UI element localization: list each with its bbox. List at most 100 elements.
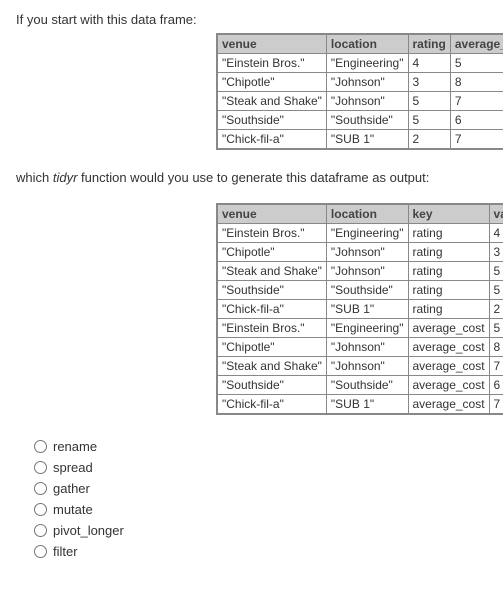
table-cell: 7 <box>489 395 503 415</box>
table-cell: "Engineering" <box>326 54 408 73</box>
option-label: spread <box>53 460 93 475</box>
option-label: gather <box>53 481 90 496</box>
radio-filter[interactable] <box>34 545 47 558</box>
input-table: venue location rating average_cost "Eins… <box>216 33 503 150</box>
option-label: filter <box>53 544 78 559</box>
col-header: rating <box>408 34 450 54</box>
table-cell: "Johnson" <box>326 262 408 281</box>
table-cell: 5 <box>489 281 503 300</box>
option-rename[interactable]: rename <box>34 439 487 454</box>
table-row: "Einstein Bros.""Engineering"45 <box>217 54 503 73</box>
table-cell: "Southside" <box>217 111 326 130</box>
option-pivot-longer[interactable]: pivot_longer <box>34 523 487 538</box>
table-cell: 7 <box>450 92 503 111</box>
table-cell: "Johnson" <box>326 243 408 262</box>
table-cell: 8 <box>450 73 503 92</box>
table-cell: "Steak and Shake" <box>217 92 326 111</box>
table-cell: "Engineering" <box>326 319 408 338</box>
table-cell: 2 <box>489 300 503 319</box>
table-cell: 5 <box>408 111 450 130</box>
table-row: "Chipotle""Johnson"38 <box>217 73 503 92</box>
table-cell: "Chipotle" <box>217 73 326 92</box>
option-label: mutate <box>53 502 93 517</box>
table-cell: "Southside" <box>326 376 408 395</box>
table-cell: "Steak and Shake" <box>217 262 326 281</box>
radio-gather[interactable] <box>34 482 47 495</box>
table-cell: "Southside" <box>326 111 408 130</box>
table-header-row: venue location key value <box>217 204 503 224</box>
table-cell: "Einstein Bros." <box>217 319 326 338</box>
col-header: location <box>326 204 408 224</box>
tidyr-emphasis: tidyr <box>53 170 78 185</box>
table-cell: "Johnson" <box>326 92 408 111</box>
table-cell: "Chick-fil-a" <box>217 395 326 415</box>
table-cell: 3 <box>489 243 503 262</box>
table-cell: "Chipotle" <box>217 243 326 262</box>
radio-rename[interactable] <box>34 440 47 453</box>
table-cell: "SUB 1" <box>326 395 408 415</box>
option-spread[interactable]: spread <box>34 460 487 475</box>
table-row: "Chick-fil-a""SUB 1"average_cost7 <box>217 395 503 415</box>
table-cell: "Johnson" <box>326 357 408 376</box>
radio-mutate[interactable] <box>34 503 47 516</box>
table-row: "Steak and Shake""Johnson"rating5 <box>217 262 503 281</box>
table-cell: "Chick-fil-a" <box>217 130 326 150</box>
table-header-row: venue location rating average_cost <box>217 34 503 54</box>
table-cell: 5 <box>408 92 450 111</box>
table-cell: average_cost <box>408 376 489 395</box>
table-cell: "Chipotle" <box>217 338 326 357</box>
table-cell: "Einstein Bros." <box>217 224 326 243</box>
table-row: "Southside""Southside"average_cost6 <box>217 376 503 395</box>
question-mid: which tidyr function would you use to ge… <box>16 170 487 185</box>
output-table: venue location key value "Einstein Bros.… <box>216 203 503 415</box>
option-gather[interactable]: gather <box>34 481 487 496</box>
table-cell: "Chick-fil-a" <box>217 300 326 319</box>
col-header: average_cost <box>450 34 503 54</box>
table-cell: 2 <box>408 130 450 150</box>
option-mutate[interactable]: mutate <box>34 502 487 517</box>
table-cell: 4 <box>489 224 503 243</box>
table-cell: average_cost <box>408 338 489 357</box>
table-row: "Chipotle""Johnson"rating3 <box>217 243 503 262</box>
table-cell: "Johnson" <box>326 73 408 92</box>
table-row: "Steak and Shake""Johnson"average_cost7 <box>217 357 503 376</box>
table-cell: average_cost <box>408 357 489 376</box>
table-cell: 5 <box>489 319 503 338</box>
mid-text-before: which <box>16 170 53 185</box>
table-cell: rating <box>408 300 489 319</box>
col-header: key <box>408 204 489 224</box>
option-filter[interactable]: filter <box>34 544 487 559</box>
table-row: "Chick-fil-a""SUB 1"rating2 <box>217 300 503 319</box>
question-intro: If you start with this data frame: <box>16 12 487 27</box>
table-cell: "SUB 1" <box>326 300 408 319</box>
option-label: rename <box>53 439 97 454</box>
table-row: "Einstein Bros.""Engineering"average_cos… <box>217 319 503 338</box>
table-row: "Chipotle""Johnson"average_cost8 <box>217 338 503 357</box>
output-table-wrap: venue location key value "Einstein Bros.… <box>216 203 487 415</box>
table-cell: average_cost <box>408 395 489 415</box>
table-cell: "Engineering" <box>326 224 408 243</box>
radio-pivot-longer[interactable] <box>34 524 47 537</box>
table-row: "Southside""Southside"rating5 <box>217 281 503 300</box>
table-row: "Chick-fil-a""SUB 1"27 <box>217 130 503 150</box>
table-cell: 7 <box>489 357 503 376</box>
table-cell: average_cost <box>408 319 489 338</box>
table-cell: 7 <box>450 130 503 150</box>
input-table-wrap: venue location rating average_cost "Eins… <box>216 33 487 150</box>
table-cell: 5 <box>489 262 503 281</box>
table-cell: 4 <box>408 54 450 73</box>
mid-text-after: function would you use to generate this … <box>77 170 429 185</box>
table-cell: 6 <box>489 376 503 395</box>
col-header: venue <box>217 204 326 224</box>
col-header: location <box>326 34 408 54</box>
table-cell: 6 <box>450 111 503 130</box>
col-header: venue <box>217 34 326 54</box>
col-header: value <box>489 204 503 224</box>
table-cell: "Southside" <box>217 376 326 395</box>
radio-spread[interactable] <box>34 461 47 474</box>
table-cell: 3 <box>408 73 450 92</box>
table-cell: "Einstein Bros." <box>217 54 326 73</box>
table-cell: "Johnson" <box>326 338 408 357</box>
table-cell: 5 <box>450 54 503 73</box>
table-row: "Southside""Southside"56 <box>217 111 503 130</box>
